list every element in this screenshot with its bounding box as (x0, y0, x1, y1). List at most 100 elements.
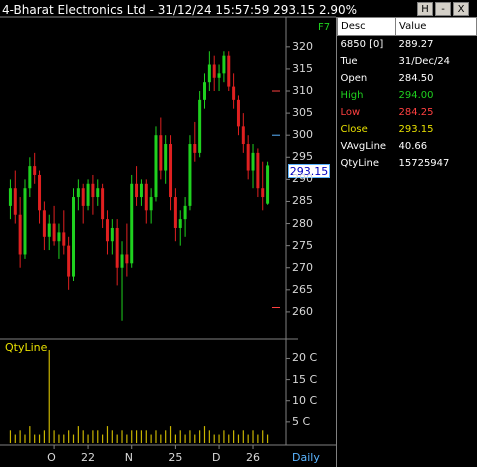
info-key: High (340, 90, 364, 101)
info-key: Tue (340, 56, 358, 67)
volume-panel-label: QtyLine (5, 341, 48, 354)
candle-body (52, 223, 56, 242)
info-value: 284.25 (398, 107, 434, 118)
candle-body (57, 232, 61, 242)
candle-body (76, 188, 80, 198)
candle-body (33, 166, 37, 175)
price-tick-label: 275 (292, 238, 313, 252)
candle-body (251, 152, 255, 171)
info-key: Close (340, 124, 368, 135)
window-controls: H - X (417, 2, 469, 16)
candle-body (203, 82, 206, 100)
candle-body (13, 188, 17, 215)
candle-body (232, 86, 236, 100)
candle-body (178, 219, 182, 228)
price-tick-label: 320 (292, 39, 313, 53)
candle-body (135, 183, 139, 198)
price-tick-label: 315 (292, 61, 313, 75)
info-row: High 294.00 (338, 87, 477, 104)
time-tick-label: 25 (168, 451, 183, 464)
candle-body (188, 144, 192, 206)
info-value: 294.00 (398, 90, 434, 101)
minimize-button[interactable]: - (435, 2, 451, 16)
candle-body (256, 152, 260, 189)
info-value: 289.27 (398, 39, 434, 50)
candle-body (139, 183, 143, 198)
volume-tick-label: 5 C (292, 414, 311, 428)
candle-body (91, 183, 95, 198)
time-tick-label: N (124, 451, 133, 464)
close-button[interactable]: X (453, 2, 469, 16)
candle-body (120, 254, 124, 268)
candle-body (47, 223, 51, 237)
info-row: 6850 [0] 289.27 (338, 36, 477, 54)
candle-body (266, 165, 270, 204)
info-row: Close 293.15 (338, 121, 477, 138)
candle-body (96, 188, 100, 198)
info-value: 40.66 (398, 141, 428, 152)
candle-body (193, 144, 197, 153)
value-header[interactable]: Value (395, 17, 477, 36)
desc-header[interactable]: Desc (337, 17, 396, 36)
price-tick-label: 290 (292, 172, 313, 186)
volume-tick-label: 15 C (292, 372, 318, 386)
candle-body (144, 183, 148, 211)
price-tick-label: 300 (292, 128, 313, 142)
candle-body (149, 197, 153, 211)
candle-body (110, 227, 114, 242)
price-tick-label: 310 (292, 84, 313, 97)
price-tick-label: 260 (292, 304, 313, 318)
time-tick-label: D (212, 451, 221, 464)
info-value: 15725947 (398, 158, 450, 169)
candle-body (154, 135, 158, 198)
time-tick-label: 26 (246, 451, 261, 464)
help-button[interactable]: H (417, 2, 433, 16)
candle-body (38, 174, 42, 211)
candle-body (212, 64, 216, 78)
info-value: 284.50 (398, 73, 434, 84)
candle-body (67, 245, 71, 277)
volume-tick-label: 10 C (292, 393, 318, 407)
candle-body (62, 232, 66, 246)
candle-body (207, 64, 211, 83)
candle-body (101, 188, 105, 220)
volume-tick-label: 20 C (292, 351, 318, 365)
candle-body (227, 55, 231, 87)
shortcut-label: F7 (318, 22, 331, 33)
candle-body (105, 219, 109, 242)
candle-body (261, 188, 265, 198)
info-key: VAvgLine (340, 141, 387, 152)
chart-title: 4-Bharat Electronics Ltd - 31/12/24 15:5… (2, 3, 358, 17)
candle-body (183, 205, 187, 220)
time-tick-label: 22 (81, 451, 96, 464)
info-row: Open 284.50 (338, 70, 477, 87)
info-header-row: Desc Value (337, 17, 477, 36)
candle-body (169, 144, 173, 198)
price-tick-label: 295 (292, 150, 313, 164)
candle-body (28, 166, 32, 189)
candle-body (246, 144, 250, 171)
candle-body (81, 188, 85, 206)
info-panel: Desc Value 6850 [0] 289.27 Tue 31/Dec/24 O… (336, 17, 477, 467)
timeframe-selector[interactable]: Daily (292, 451, 320, 464)
info-value: 293.15 (398, 124, 434, 135)
candle-body (159, 135, 163, 171)
candle-body (222, 55, 226, 74)
candle-body (173, 197, 177, 228)
candle-body (86, 183, 90, 206)
price-tick-label: 265 (292, 282, 313, 296)
candle-body (42, 210, 46, 237)
info-row: QtyLine 15725947 (338, 155, 477, 172)
price-tick-label: 280 (292, 216, 313, 230)
candle-body (236, 99, 240, 127)
candle-body (198, 99, 202, 153)
candle-body (125, 254, 129, 264)
info-row: Low 284.25 (338, 104, 477, 121)
candle-body (23, 188, 27, 255)
price-tick-label: 285 (292, 194, 313, 208)
candle-body (241, 126, 245, 145)
info-table: Desc Value 6850 [0] 289.27 Tue 31/Dec/24 O… (337, 17, 477, 172)
info-key: QtyLine (340, 158, 380, 169)
info-key: Low (340, 107, 361, 118)
candle-body (164, 144, 168, 171)
